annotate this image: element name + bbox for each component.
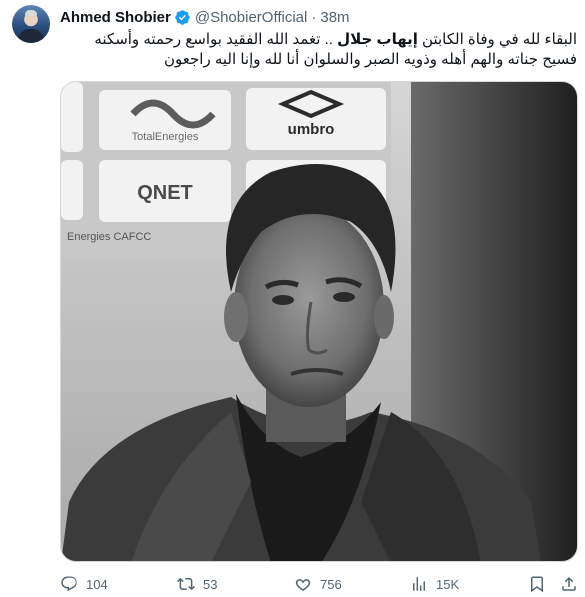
tweet-text-bold-name: إيهاب جلال (337, 31, 418, 48)
views-count: 15K (436, 576, 460, 592)
avatar-hair (25, 10, 37, 16)
repost-count: 53 (203, 576, 218, 592)
reply-button[interactable]: 104 (60, 572, 108, 596)
sponsor-cafcc-text: Energies CAFCC (67, 231, 151, 243)
tweet-photo[interactable]: TotalEnergies umbro QNET Energies CAFCC (60, 81, 578, 562)
tweet-text: البقاء لله في وفاة الكابتن إيهاب جلال ..… (60, 30, 577, 70)
post-time[interactable]: 38m (320, 9, 349, 26)
share-icon (562, 576, 576, 591)
author-avatar[interactable] (12, 5, 50, 43)
verified-badge-icon (175, 9, 190, 25)
bookmark-icon (531, 576, 543, 593)
views-chart-icon (413, 577, 425, 591)
repost-icon (177, 577, 195, 591)
author-name[interactable]: Ahmed Shobier (60, 9, 171, 26)
reply-icon (61, 576, 77, 592)
like-button[interactable]: 756 (294, 572, 342, 596)
sponsor-qnet-text: QNET (137, 182, 193, 204)
tweet-actions: 104 53 756 15K (60, 572, 578, 596)
views-button[interactable]: 15K (410, 572, 459, 596)
separator-dot: · (311, 8, 317, 26)
tweet-header: Ahmed Shobier @ShobierOfficial · 38m (60, 7, 350, 27)
sponsor-umbro-text: umbro (288, 121, 335, 138)
sponsor-total-text: TotalEnergies (132, 131, 199, 143)
reply-count: 104 (86, 576, 108, 592)
bookmark-button[interactable] (528, 572, 546, 596)
heart-icon (295, 579, 311, 591)
share-button[interactable] (560, 572, 578, 596)
repost-button[interactable]: 53 (177, 572, 217, 596)
tweet-text-part1: البقاء لله في وفاة الكابتن (422, 31, 577, 48)
author-handle[interactable]: @ShobierOfficial (195, 9, 308, 26)
like-count: 756 (320, 576, 342, 592)
photo-canvas: TotalEnergies umbro QNET Energies CAFCC (61, 82, 577, 561)
avatar-suit (18, 29, 44, 43)
